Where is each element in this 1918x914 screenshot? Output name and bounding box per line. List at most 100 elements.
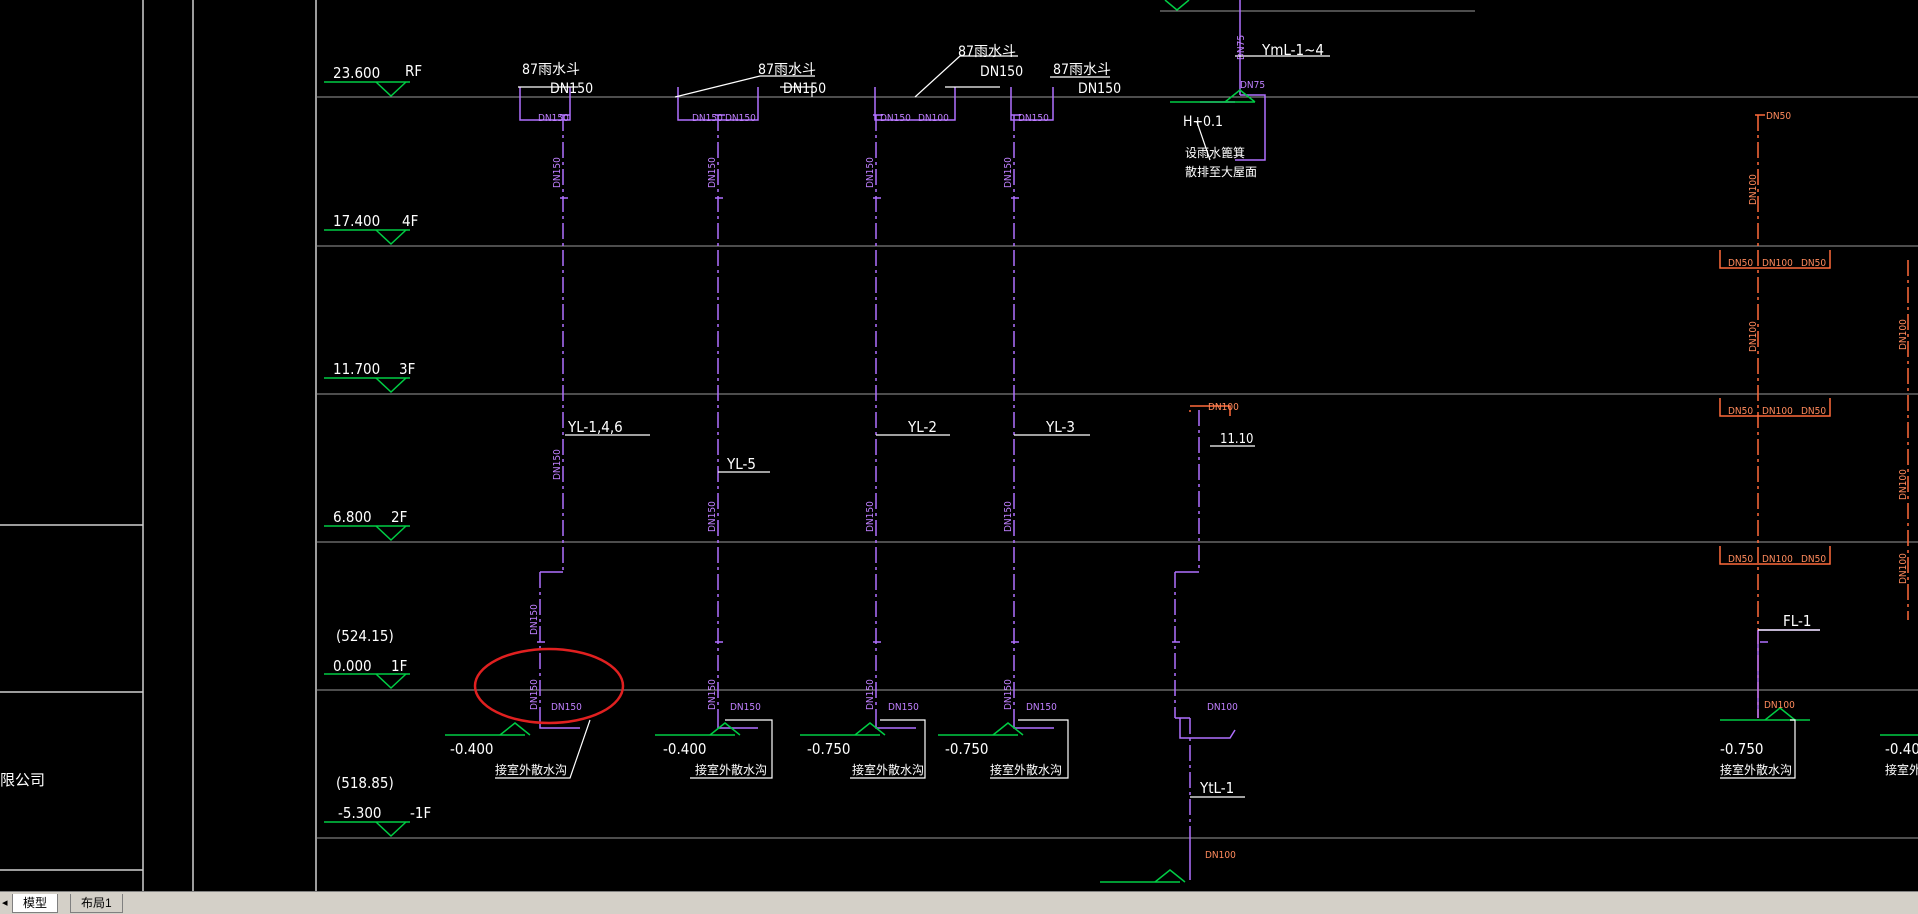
svg-text:DN50: DN50 [1801, 258, 1826, 269]
outlet-note: 接室外散水沟 [990, 762, 1062, 777]
outlet-elevation: -0.400 [663, 740, 707, 758]
elevation-markers [324, 81, 410, 838]
outlet-elevation: -0.750 [945, 740, 989, 758]
title-block-frame [0, 0, 317, 891]
outlet-elevation: -0.400 [450, 740, 494, 758]
svg-text:DN50: DN50 [1801, 406, 1826, 417]
svg-text:DN150: DN150 [1026, 702, 1057, 713]
elevation-marker-4f [324, 229, 410, 246]
svg-text:DN100: DN100 [1748, 174, 1759, 205]
pipe-id-label: YL-3 [1045, 418, 1075, 436]
svg-text:DN100: DN100 [1205, 850, 1236, 861]
outlet-note: 接室外散水沟 [1720, 762, 1792, 777]
pipe-size-label: DN100 [918, 113, 949, 124]
pipe-size-label: DN150 [1018, 113, 1049, 124]
pipe-id-label: YtL-1 [1199, 779, 1234, 797]
floor-elevation: 0.000 [333, 657, 372, 675]
svg-text:DN50: DN50 [1801, 554, 1826, 565]
outlet-note: 接室外散水沟 [695, 762, 767, 777]
floor-name: 4F [402, 212, 418, 230]
tab-model[interactable]: 模型 [12, 894, 59, 913]
svg-text:DN100: DN100 [1764, 700, 1795, 711]
pipe-id-label: FL-1 [1783, 612, 1811, 630]
floor-elevation: 23.600 [333, 64, 380, 82]
cad-drawing-canvas[interactable]: 限公司 23.600 RF 17.400 4F 11.700 3F 6.800 … [0, 0, 1918, 891]
floor-absolute-elevation: (518.85) [336, 774, 394, 792]
elevation-note: H+0.1 [1183, 114, 1223, 130]
floor-name: -1F [410, 804, 431, 822]
pipe-id-label: YL-1,4,6 [567, 418, 623, 436]
floor-elevation: -5.300 [338, 804, 382, 822]
roof-drain-label: 87雨水斗 [758, 62, 816, 78]
waste-size-labels: DN50 DN100 DN50 DN100 DN50 DN100 DN100 D… [1205, 111, 1909, 861]
svg-text:DN150: DN150 [865, 501, 876, 532]
svg-text:DN150: DN150 [551, 702, 582, 713]
outlet-elevation: -0.750 [807, 740, 851, 758]
floor-lines [316, 10, 1918, 839]
floor-name: RF [405, 62, 422, 80]
svg-text:DN150: DN150 [529, 604, 540, 635]
elevation-marker-2f [324, 525, 410, 542]
svg-text:DN150: DN150 [1003, 157, 1014, 188]
vertical-size-labels: DN150 DN150 DN150 DN150 DN150 DN150 DN15… [529, 35, 1247, 710]
pipe-size-label: DN75 [1240, 80, 1265, 91]
yml-label: YmL-1~4 [1261, 41, 1324, 59]
pipe-size-label: DN150 [692, 113, 723, 124]
svg-text:DN100: DN100 [1762, 406, 1793, 417]
svg-text:DN150: DN150 [1003, 501, 1014, 532]
elevation-marker-3f [324, 377, 410, 394]
rain-risers [539, 115, 1200, 718]
elevation-marker-1f [324, 673, 410, 690]
roof-drain-label: 87雨水斗 [958, 44, 1016, 60]
svg-text:DN100: DN100 [1762, 554, 1793, 565]
floor-elevation: 11.700 [333, 360, 380, 378]
elevation-marker-b1 [324, 821, 410, 838]
roof-drain-label: 87雨水斗 [1053, 62, 1111, 78]
pipe-size-label: DN150 [980, 64, 1023, 80]
svg-text:DN150: DN150 [707, 157, 718, 188]
pipe-size-label: DN150 [1078, 81, 1121, 97]
pipe-id-label: YL-2 [907, 418, 937, 436]
elevation-marker-rf [324, 81, 410, 98]
outlet-elevation: -0.750 [1720, 740, 1764, 758]
svg-text:DN150: DN150 [707, 501, 718, 532]
svg-text:DN100: DN100 [1762, 258, 1793, 269]
bottom-size-labels: DN150 DN150 DN150 DN150 DN100 [551, 702, 1238, 713]
svg-text:DN50: DN50 [1728, 406, 1753, 417]
floor-elevation: 6.800 [333, 508, 372, 526]
svg-text:DN150: DN150 [707, 679, 718, 710]
highlight-circle [473, 647, 625, 725]
svg-text:DN100: DN100 [1207, 702, 1238, 713]
svg-text:DN100: DN100 [1208, 402, 1239, 413]
svg-text:DN75: DN75 [1236, 35, 1247, 60]
outlet-note: 接室外散水沟 [495, 762, 567, 777]
svg-text:DN150: DN150 [888, 702, 919, 713]
pipe-size-label: DN150 [783, 81, 826, 97]
vent-note: 设雨水篦箕 [1185, 145, 1245, 160]
outlet-note: 接室外散水沟 [1885, 762, 1918, 777]
floor-name: 2F [391, 508, 407, 526]
svg-text:DN150: DN150 [865, 679, 876, 710]
pipe-size-label: DN150 [550, 81, 593, 97]
callout-leaders [495, 55, 1820, 798]
svg-text:DN50: DN50 [1728, 258, 1753, 269]
svg-text:DN50: DN50 [1728, 554, 1753, 565]
svg-text:DN150: DN150 [1003, 679, 1014, 710]
tab-layout1[interactable]: 布局1 [70, 894, 123, 913]
tab-scroll-arrow-icon[interactable]: ◂ [2, 896, 12, 910]
floor-elevation: 17.400 [333, 212, 380, 230]
svg-text:DN100: DN100 [1898, 469, 1909, 500]
pipe-size-label: DN150 [880, 113, 911, 124]
svg-text:DN150: DN150 [552, 157, 563, 188]
floor-name: 3F [399, 360, 415, 378]
layout-tab-bar: ◂ 模型 布局1 [0, 891, 1918, 914]
svg-text:DN100: DN100 [1898, 553, 1909, 584]
floor-name: 1F [391, 657, 407, 675]
svg-text:DN150: DN150 [730, 702, 761, 713]
pipe-size-label: DN150 [725, 113, 756, 124]
pipe-id-label: YL-5 [726, 455, 756, 473]
pipe-solid-segments [519, 87, 1236, 880]
floor-absolute-elevation: (524.15) [336, 627, 394, 645]
svg-text:DN100: DN100 [1748, 321, 1759, 352]
outlet-elevation: -0.400 [1885, 740, 1918, 758]
